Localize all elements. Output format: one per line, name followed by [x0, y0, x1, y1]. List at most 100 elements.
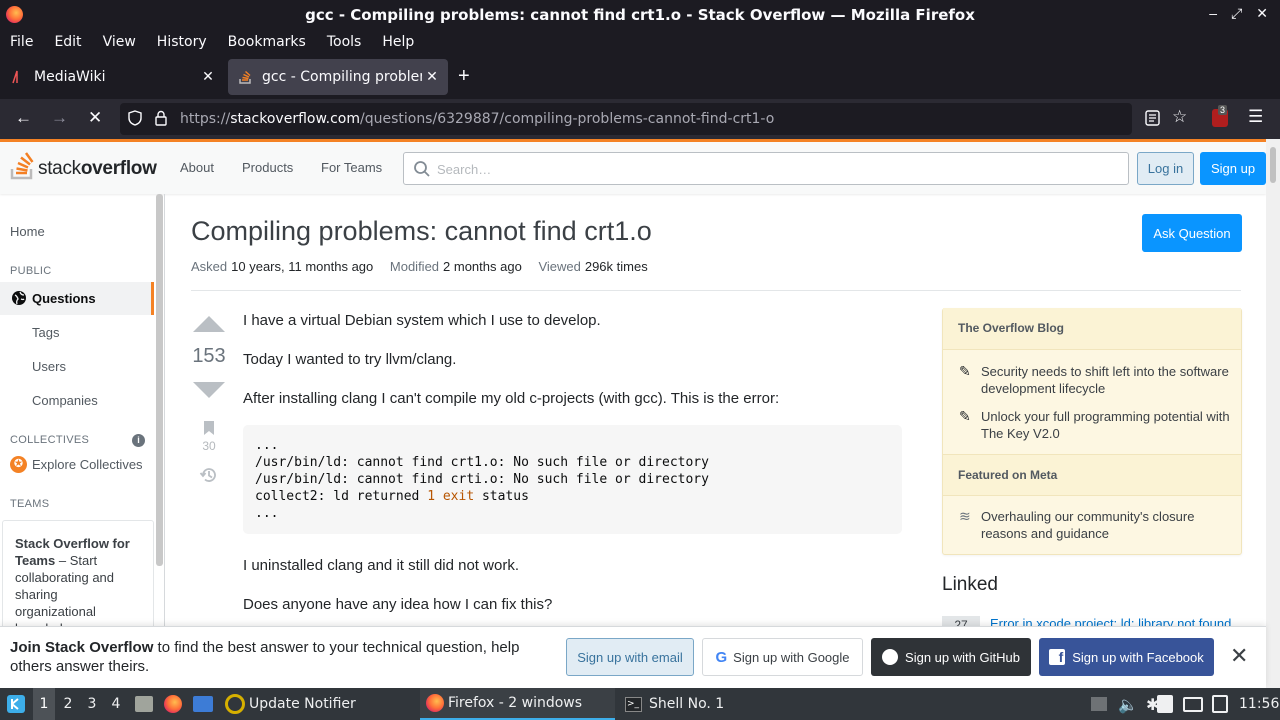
ask-question-button[interactable]: Ask Question: [1142, 214, 1242, 252]
so-logo[interactable]: stackoverflow: [10, 152, 157, 180]
tab-bar: MediaWiki ✕ gcc - Compiling problems: ca…: [0, 55, 1280, 99]
navigation-toolbar: ← → ✕ https://stackoverflow.com/question…: [0, 99, 1280, 139]
nav-questions[interactable]: Questions: [0, 282, 154, 315]
notification-icon[interactable]: [1212, 688, 1228, 720]
tab-mediawiki[interactable]: MediaWiki ✕: [0, 59, 224, 95]
left-sidebar-scrollbar[interactable]: [156, 194, 163, 566]
nav-explore-collectives[interactable]: Explore Collectives: [32, 457, 143, 472]
signup-google-button[interactable]: G Sign up with Google: [702, 638, 863, 676]
search-placeholder: Search…: [437, 162, 492, 177]
task-update-notifier[interactable]: Update Notifier: [225, 688, 356, 720]
firefox-launcher-icon[interactable]: [164, 688, 182, 720]
viewed-label: Viewed: [538, 259, 581, 274]
question-title[interactable]: Compiling problems: cannot find crt1.o: [191, 216, 652, 247]
nav-heading-public: PUBLIC: [10, 265, 52, 277]
nav-tags[interactable]: Tags: [32, 325, 59, 340]
stackoverflow-favicon-icon: [238, 70, 252, 84]
clipboard-icon[interactable]: [1157, 688, 1173, 720]
pencil-icon: ✎: [959, 363, 971, 379]
menu-tools[interactable]: Tools: [317, 34, 373, 50]
signup-facebook-button[interactable]: f Sign up with Facebook: [1039, 638, 1214, 676]
menu-bar: File Edit View History Bookmarks Tools H…: [0, 29, 1280, 55]
search-icon: [413, 160, 431, 181]
close-banner-icon[interactable]: ✕: [1230, 643, 1248, 669]
nav-for-teams[interactable]: For Teams: [321, 160, 382, 175]
signup-github-button[interactable]: Sign up with GitHub: [871, 638, 1031, 676]
menu-bookmarks[interactable]: Bookmarks: [218, 34, 317, 50]
nav-products[interactable]: Products: [242, 160, 293, 175]
workspace-3[interactable]: 3: [81, 688, 103, 720]
login-button[interactable]: Log in: [1137, 152, 1194, 185]
start-menu-icon[interactable]: [6, 688, 26, 720]
lock-icon[interactable]: [154, 110, 168, 129]
modified-value[interactable]: 2 months ago: [443, 259, 522, 274]
menu-view[interactable]: View: [93, 34, 147, 50]
network-icon[interactable]: [1183, 688, 1203, 720]
forward-icon[interactable]: →: [51, 108, 68, 128]
close-tab-icon[interactable]: ✕: [422, 69, 442, 85]
url-text[interactable]: https://stackoverflow.com/questions/6329…: [180, 111, 774, 127]
task-shell[interactable]: >_ Shell No. 1: [625, 688, 724, 720]
stop-loading-icon[interactable]: ✕: [88, 108, 102, 128]
post-paragraph: Does anyone have any idea how I can fix …: [243, 596, 553, 613]
so-logo-icon: [10, 152, 34, 180]
post-paragraph: Today I wanted to try llvm/clang.: [243, 351, 457, 368]
nav-companies[interactable]: Companies: [32, 393, 98, 408]
workspace-2[interactable]: 2: [57, 688, 79, 720]
task-firefox[interactable]: Firefox - 2 windows: [420, 688, 615, 720]
meta-heading: Featured on Meta: [943, 454, 1241, 496]
taskbar: 1 2 3 4 Update Notifier Firefox - 2 wind…: [0, 688, 1280, 720]
page-scrollbar[interactable]: [1266, 139, 1280, 688]
collectives-icon: ✪: [10, 456, 27, 473]
menu-edit[interactable]: Edit: [44, 34, 92, 50]
firefox-logo-icon: [6, 6, 23, 23]
nav-home[interactable]: Home: [10, 224, 45, 239]
search-input[interactable]: Search…: [403, 152, 1129, 185]
workspace-1[interactable]: 1: [33, 688, 55, 720]
scrollbar-thumb[interactable]: [1270, 147, 1276, 183]
url-bar[interactable]: https://stackoverflow.com/questions/6329…: [120, 103, 1132, 135]
bookmark-star-icon[interactable]: ☆: [1172, 107, 1187, 127]
tray-arrow-icon[interactable]: [1091, 688, 1107, 720]
google-icon: G: [715, 648, 728, 666]
file-manager-icon[interactable]: [135, 688, 153, 720]
new-tab-icon[interactable]: +: [458, 65, 470, 88]
desktop-icon[interactable]: [193, 688, 213, 720]
nav-heading-teams: TEAMS: [10, 498, 50, 510]
tracking-shield-icon[interactable]: [128, 110, 142, 129]
upvote-arrow-icon[interactable]: [193, 316, 225, 332]
downvote-arrow-icon[interactable]: [193, 382, 225, 398]
volume-icon[interactable]: 🔈: [1118, 688, 1138, 720]
blog-link[interactable]: Security needs to shift left into the so…: [981, 363, 1231, 397]
back-icon[interactable]: ←: [15, 108, 32, 128]
asked-label: Asked: [191, 259, 228, 274]
tab-stackoverflow[interactable]: gcc - Compiling problems: cannot find cr…: [228, 59, 448, 95]
window-title: gcc - Compiling problems: cannot find cr…: [305, 5, 975, 24]
meta-link[interactable]: Overhauling our community's closure reas…: [981, 508, 1231, 542]
so-logo-text: stackoverflow: [38, 158, 157, 179]
extension-badge: 3: [1218, 105, 1228, 115]
menu-file[interactable]: File: [0, 34, 44, 50]
signup-email-button[interactable]: Sign up with email: [566, 638, 694, 676]
bookmark-icon[interactable]: [203, 420, 215, 439]
clock[interactable]: 11:56: [1239, 688, 1279, 720]
menu-help[interactable]: Help: [372, 34, 425, 50]
hamburger-menu-icon[interactable]: ☰: [1248, 107, 1263, 127]
window-titlebar: gcc - Compiling problems: cannot find cr…: [0, 0, 1280, 29]
blog-link[interactable]: Unlock your full programming potential w…: [981, 408, 1231, 442]
history-icon[interactable]: [199, 465, 219, 488]
minimize-icon[interactable]: –: [1209, 5, 1217, 22]
post-paragraph: After installing clang I can't compile m…: [243, 390, 780, 407]
reader-view-icon[interactable]: [1145, 110, 1160, 129]
nav-about[interactable]: About: [180, 160, 214, 175]
overflow-blog-widget: The Overflow Blog ✎ Security needs to sh…: [942, 308, 1242, 555]
maximize-icon[interactable]: ⤢: [1231, 5, 1242, 22]
teams-promo: Stack Overflow for Teams – Start collabo…: [2, 520, 154, 640]
nav-users[interactable]: Users: [32, 359, 66, 374]
info-icon[interactable]: i: [132, 434, 145, 447]
workspace-4[interactable]: 4: [105, 688, 127, 720]
signup-button[interactable]: Sign up: [1200, 152, 1266, 185]
close-window-icon[interactable]: ✕: [1256, 5, 1268, 22]
menu-history[interactable]: History: [147, 34, 218, 50]
close-tab-icon[interactable]: ✕: [198, 69, 218, 85]
